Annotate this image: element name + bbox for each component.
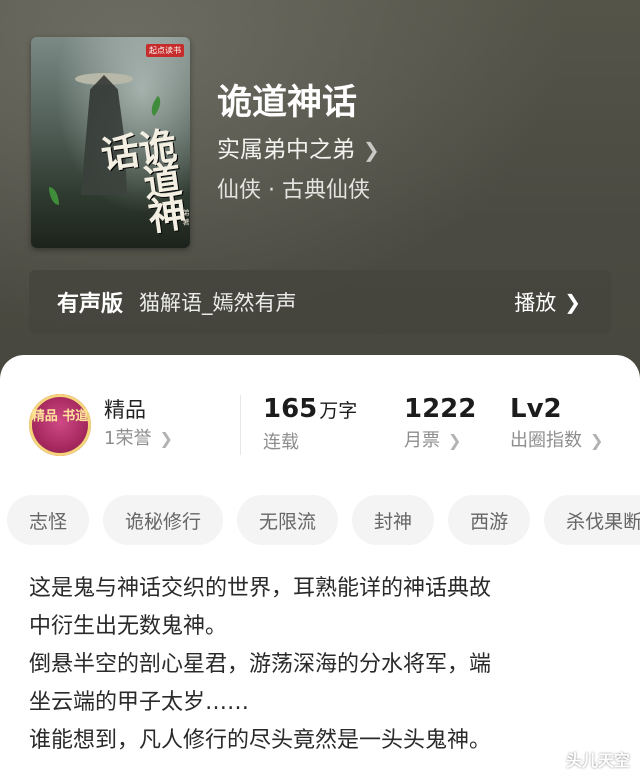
level-stat[interactable]: Lv2 出圈指数 ❯ [510,392,603,456]
premium-label: 精品 [104,398,146,422]
cover-author: 实属弟中之弟 著 [182,209,190,226]
monthly-ticket-stat[interactable]: 1222 月票 ❯ [404,392,476,456]
tag-chip[interactable]: 封神 [352,495,435,545]
level-value: Lv2 [510,394,562,424]
monthly-tickets: 1222 [404,394,477,424]
book-cover[interactable]: 起点读书 诡道神话 实属弟中之弟 著 [31,37,190,248]
chevron-right-icon: ❯ [159,429,173,448]
audio-narrator: 猫解语_嫣然有声 [139,291,297,315]
premium-stat[interactable]: 精品 1荣誉 ❯ [104,395,173,453]
chevron-right-icon: ❯ [590,431,604,450]
chevron-right-icon: ❯ [448,431,462,450]
honor-count: 1荣誉 [104,428,152,449]
audio-version-bar[interactable]: 有声版 猫解语_嫣然有声 播放 ❯ [29,270,611,334]
chevron-right-icon: ❯ [564,290,581,314]
description-line: 这是鬼与神话交织的世界，耳熟能详的神话典故 [29,576,492,601]
word-count-stat: 165 万字 连载 [263,392,357,458]
medal-text: 精品 书道 [31,409,89,424]
tag-chip[interactable]: 无限流 [237,495,339,545]
tag-chip[interactable]: 志怪 [7,495,90,545]
book-genre: 仙侠 · 古典仙侠 [217,178,370,203]
author-name: 实属弟中之弟 [217,137,355,163]
play-label: 播放 [514,291,557,315]
cover-badge: 起点读书 [146,44,184,57]
monthly-label: 月票 [404,430,440,451]
audio-label: 有声版 [57,292,124,317]
author-link[interactable]: 实属弟中之弟 ❯ [217,133,380,167]
tag-chip[interactable]: 诡秘修行 [103,495,224,545]
description-line: 坐云端的甲子太岁…… [29,690,250,715]
book-title: 诡道神话 [217,83,358,123]
word-count: 165 [263,394,318,424]
play-button[interactable]: 播放 ❯ [514,270,581,334]
premium-medal-icon[interactable]: 精品 书道 [29,394,91,456]
tag-chip[interactable]: 西游 [448,495,531,545]
description-line: 谁能想到，凡人修行的尽头竟然是一头头鬼神。 [29,728,492,753]
book-description[interactable]: 这是鬼与神话交织的世界，耳熟能详的神话典故 中衍生出无数鬼神。 倒悬半空的剖心星… [29,570,614,760]
level-label: 出圈指数 [510,430,582,451]
divider [240,395,241,455]
tag-list: 志怪 诡秘修行 无限流 封神 西游 杀伐果断 [7,495,640,545]
tag-chip[interactable]: 杀伐果断 [544,495,640,545]
serial-status: 连载 [263,432,299,453]
description-line: 中衍生出无数鬼神。 [29,614,228,639]
word-unit: 万字 [319,400,358,422]
description-line: 倒悬半空的剖心星君，游荡深海的分水将军，端 [29,652,492,677]
chevron-right-icon: ❯ [363,138,380,162]
watermark: 头儿天空 [565,751,630,770]
